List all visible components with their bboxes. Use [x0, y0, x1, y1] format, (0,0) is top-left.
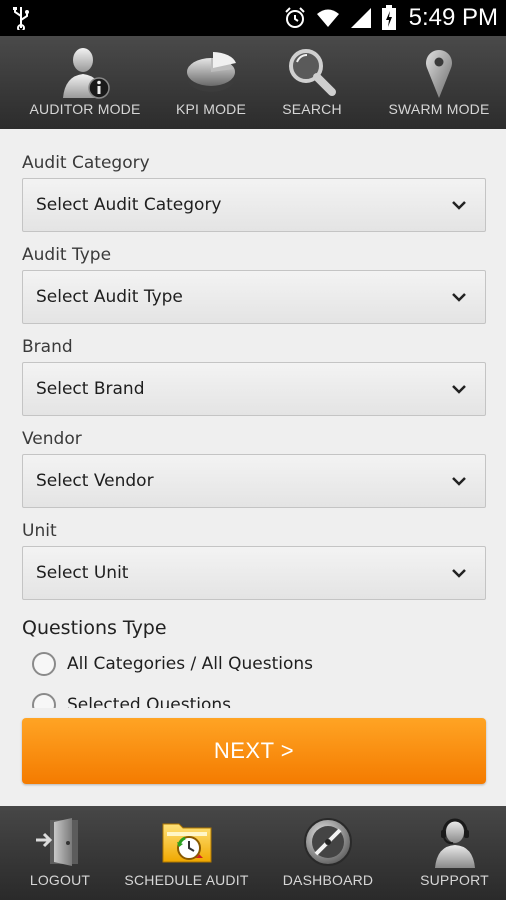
status-bar: 5:49 PM [0, 0, 506, 36]
auditor-icon [63, 48, 110, 99]
chevron-down-icon [452, 293, 466, 302]
dashboard-label: DASHBOARD [282, 872, 374, 888]
kpi-mode-button[interactable]: KPI MODE [170, 36, 252, 129]
alarm-icon [284, 7, 305, 28]
auditor-mode-button[interactable]: AUDITOR MODE [0, 36, 170, 129]
radio-selected-questions-label: Selected Questions [67, 695, 231, 708]
usb-icon [13, 7, 29, 30]
dashboard-compass-icon [304, 818, 352, 866]
search-label: SEARCH [282, 101, 342, 117]
radio-all-questions-label: All Categories / All Questions [67, 654, 314, 674]
radio-selected-questions[interactable]: Selected Questions [32, 693, 231, 708]
vendor-select[interactable]: Select Vendor [22, 454, 486, 508]
next-button[interactable]: NEXT > [22, 718, 486, 784]
brand-value: Select Brand [36, 379, 145, 399]
chevron-down-icon [452, 477, 466, 486]
unit-value: Select Unit [36, 563, 129, 583]
next-button-area: NEXT > [0, 708, 506, 806]
battery-icon [381, 5, 396, 30]
schedule-folder-icon [162, 823, 211, 863]
audit-category-label: Audit Category [22, 153, 150, 173]
brand-label: Brand [22, 337, 73, 357]
unit-label: Unit [22, 521, 57, 541]
swarm-mode-button[interactable]: SWARM MODE [372, 36, 506, 129]
logout-door-icon [36, 818, 78, 866]
radio-all-questions[interactable]: All Categories / All Questions [32, 652, 313, 676]
swarm-mode-label: SWARM MODE [388, 101, 490, 117]
logout-button[interactable]: LOGOUT [0, 806, 120, 900]
schedule-audit-button[interactable]: SCHEDULE AUDIT [120, 806, 253, 900]
map-pin-icon [426, 50, 452, 98]
audit-category-select[interactable]: Select Audit Category [22, 178, 486, 232]
bottom-nav: LOGOUT SCHEDULE AUDIT DASHBOARD SUPPORT [0, 806, 506, 900]
next-button-label: NEXT > [213, 738, 295, 763]
kpi-mode-label: KPI MODE [175, 101, 247, 117]
search-button[interactable]: SEARCH [252, 36, 372, 129]
vendor-value: Select Vendor [36, 471, 154, 491]
logout-label: LOGOUT [29, 872, 91, 888]
wifi-icon [316, 9, 339, 27]
status-time: 5:49 PM [408, 4, 498, 31]
vendor-label: Vendor [22, 429, 82, 449]
search-icon [289, 49, 336, 96]
audit-type-label: Audit Type [22, 245, 112, 265]
questions-type-title: Questions Type [22, 617, 167, 639]
radio-button[interactable] [32, 693, 56, 708]
support-headset-icon [434, 818, 475, 868]
radio-button[interactable] [32, 652, 56, 676]
mode-nav: AUDITOR MODE KPI MODE SEARCH SWARM MODE [0, 36, 506, 129]
support-label: SUPPORT [420, 872, 489, 888]
audit-type-select[interactable]: Select Audit Type [22, 270, 486, 324]
chevron-down-icon [452, 201, 466, 210]
chevron-down-icon [452, 385, 466, 394]
pie-chart-icon [187, 52, 236, 92]
support-button[interactable]: SUPPORT [403, 806, 506, 900]
schedule-audit-label: SCHEDULE AUDIT [124, 872, 249, 888]
brand-select[interactable]: Select Brand [22, 362, 486, 416]
dashboard-button[interactable]: DASHBOARD [253, 806, 403, 900]
auditor-mode-label: AUDITOR MODE [29, 101, 141, 117]
audit-type-value: Select Audit Type [36, 287, 183, 307]
signal-icon [350, 8, 371, 28]
chevron-down-icon [452, 569, 466, 578]
audit-category-value: Select Audit Category [36, 195, 222, 215]
audit-form: Audit Category Select Audit Category Aud… [0, 129, 506, 708]
unit-select[interactable]: Select Unit [22, 546, 486, 600]
